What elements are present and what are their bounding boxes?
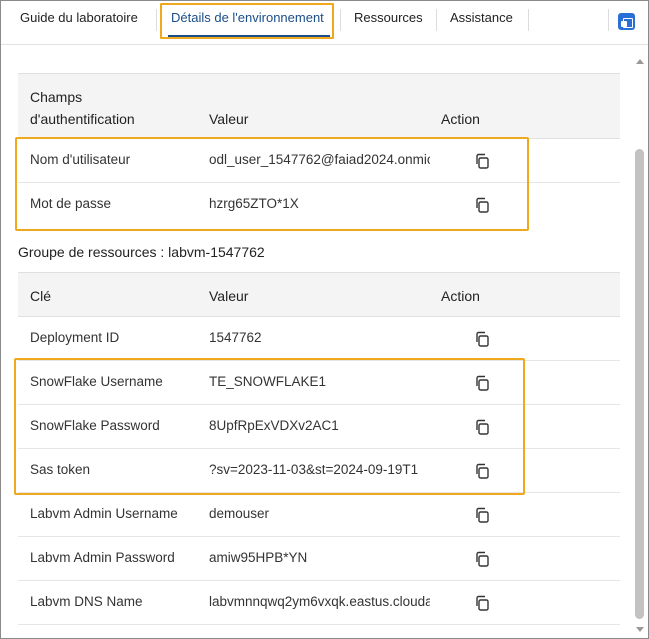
row-value: amiw95HPB*YN: [209, 550, 308, 565]
scroll-up-icon[interactable]: [636, 59, 644, 64]
row-value: demouser: [209, 506, 270, 521]
copy-icon[interactable]: [474, 375, 490, 391]
table-row: Nom d'utilisateur odl_user_1547762@faiad…: [18, 139, 620, 183]
header-key: Clé: [30, 288, 52, 304]
tab-divider: [608, 9, 609, 31]
copy-icon[interactable]: [474, 551, 490, 567]
auth-table: Champs d'authentification Valeur Action …: [18, 73, 620, 227]
copy-icon[interactable]: [474, 153, 490, 169]
table-row: Mot de passe hzrg65ZTO*1X: [18, 183, 620, 227]
auth-table-header: Champs d'authentification Valeur Action: [18, 73, 620, 139]
copy-icon[interactable]: [474, 507, 490, 523]
copy-icon[interactable]: [474, 595, 490, 611]
copy-icon[interactable]: [474, 463, 490, 479]
header-key-line1: Champs: [30, 89, 83, 105]
scroll-down-icon[interactable]: [636, 627, 644, 632]
table-row: Deployment ID 1547762: [18, 317, 620, 361]
row-key: Labvm DNS Name: [30, 594, 143, 609]
header-value: Valeur: [209, 288, 249, 304]
row-key: Sas token: [30, 462, 91, 477]
row-key: Deployment ID: [30, 330, 120, 345]
content-area: Champs d'authentification Valeur Action …: [18, 45, 620, 638]
header-action: Action: [441, 111, 480, 127]
vertical-scrollbar[interactable]: [634, 57, 646, 634]
table-row: Sas token ?sv=2023-11-03&st=2024-09-19T1: [18, 449, 620, 493]
table-row: Labvm Admin Password amiw95HPB*YN: [18, 537, 620, 581]
copy-icon[interactable]: [474, 331, 490, 347]
tab-divider: [156, 9, 157, 31]
row-value: labvmnnqwq2ym6vxqk.eastus.cloudapp.azure…: [209, 594, 430, 609]
resource-group-label: Groupe de ressources : labvm-1547762: [18, 244, 265, 260]
tab-divider: [340, 9, 341, 31]
tab-divider: [436, 9, 437, 31]
tab-assistance[interactable]: Assistance: [450, 1, 513, 35]
environment-details-panel: Guide du laboratoire Détails de l'enviro…: [0, 0, 649, 639]
header-key-line2: d'authentification: [30, 111, 135, 127]
row-value: hzrg65ZTO*1X: [209, 196, 299, 211]
row-value: TE_SNOWFLAKE1: [209, 374, 327, 389]
split-view-icon[interactable]: [618, 13, 635, 30]
resource-table-header: Clé Valeur Action: [18, 272, 620, 317]
copy-icon[interactable]: [474, 419, 490, 435]
row-key: Labvm Admin Username: [30, 506, 178, 521]
copy-icon[interactable]: [474, 197, 490, 213]
table-row: Labvm DNS Name labvmnnqwq2ym6vxqk.eastus…: [18, 581, 620, 625]
tab-lab-guide[interactable]: Guide du laboratoire: [20, 1, 138, 35]
row-key: Mot de passe: [30, 196, 112, 211]
row-key: SnowFlake Username: [30, 374, 163, 389]
row-value: ?sv=2023-11-03&st=2024-09-19T1: [209, 462, 419, 477]
table-row: SnowFlake Username TE_SNOWFLAKE1: [18, 361, 620, 405]
resource-table: Clé Valeur Action Deployment ID 1547762 …: [18, 272, 620, 625]
tab-divider: [528, 9, 529, 31]
tab-resources[interactable]: Ressources: [354, 1, 423, 35]
row-key: Labvm Admin Password: [30, 550, 175, 565]
highlight-active-tab: [160, 3, 334, 39]
row-value: 8UpfRpExVDXv2AC1: [209, 418, 339, 433]
row-key: SnowFlake Password: [30, 418, 160, 433]
row-value: 1547762: [209, 330, 262, 345]
row-value: odl_user_1547762@faiad2024.onmicrosoft.c…: [209, 152, 430, 167]
table-row: SnowFlake Password 8UpfRpExVDXv2AC1: [18, 405, 620, 449]
row-key: Nom d'utilisateur: [30, 152, 131, 167]
header-value: Valeur: [209, 111, 249, 127]
header-action: Action: [441, 288, 480, 304]
table-row: Labvm Admin Username demouser: [18, 493, 620, 537]
scrollbar-thumb[interactable]: [635, 149, 644, 619]
